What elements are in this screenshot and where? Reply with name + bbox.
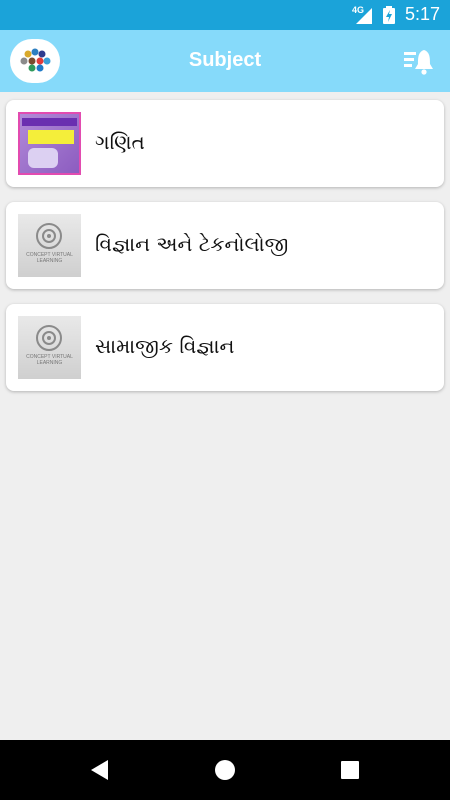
signal-icon (356, 8, 372, 24)
thumbnail-caption: CONCEPT VIRTUAL LEARNING (26, 354, 73, 366)
subject-label: સામાજીક વિજ્ઞાન (95, 334, 235, 358)
back-triangle-icon[interactable] (88, 758, 112, 782)
navigation-bar (0, 740, 450, 800)
thumbnail-caption: CONCEPT VIRTUAL LEARNING (26, 252, 73, 264)
subject-card-social-science[interactable]: CONCEPT VIRTUAL LEARNING સામાજીક વિજ્ઞાન (6, 304, 444, 391)
book-cover-thumbnail (18, 112, 81, 175)
subject-label: ગણિત (95, 130, 145, 154)
placeholder-logo-thumbnail: CONCEPT VIRTUAL LEARNING (18, 316, 81, 379)
subject-card-science[interactable]: CONCEPT VIRTUAL LEARNING વિજ્ઞાન અને ટેક… (6, 202, 444, 289)
swirl-logo-icon (36, 223, 62, 249)
app-bar: Subject (0, 30, 450, 92)
notification-list-icon[interactable] (402, 46, 436, 76)
clock: 5:17 (405, 4, 441, 24)
subject-card-maths[interactable]: ગણિત (6, 100, 444, 187)
recents-square-icon[interactable] (338, 758, 362, 782)
page-title: Subject (188, 49, 262, 71)
status-bar: 4G 5:17 (0, 0, 450, 30)
swirl-logo-icon (36, 325, 62, 351)
placeholder-logo-thumbnail: CONCEPT VIRTUAL LEARNING (18, 214, 81, 277)
battery-charging-icon (383, 6, 395, 24)
home-circle-icon[interactable] (213, 758, 237, 782)
subject-label: વિજ્ઞાન અને ટેકનોલોજી (95, 232, 289, 256)
